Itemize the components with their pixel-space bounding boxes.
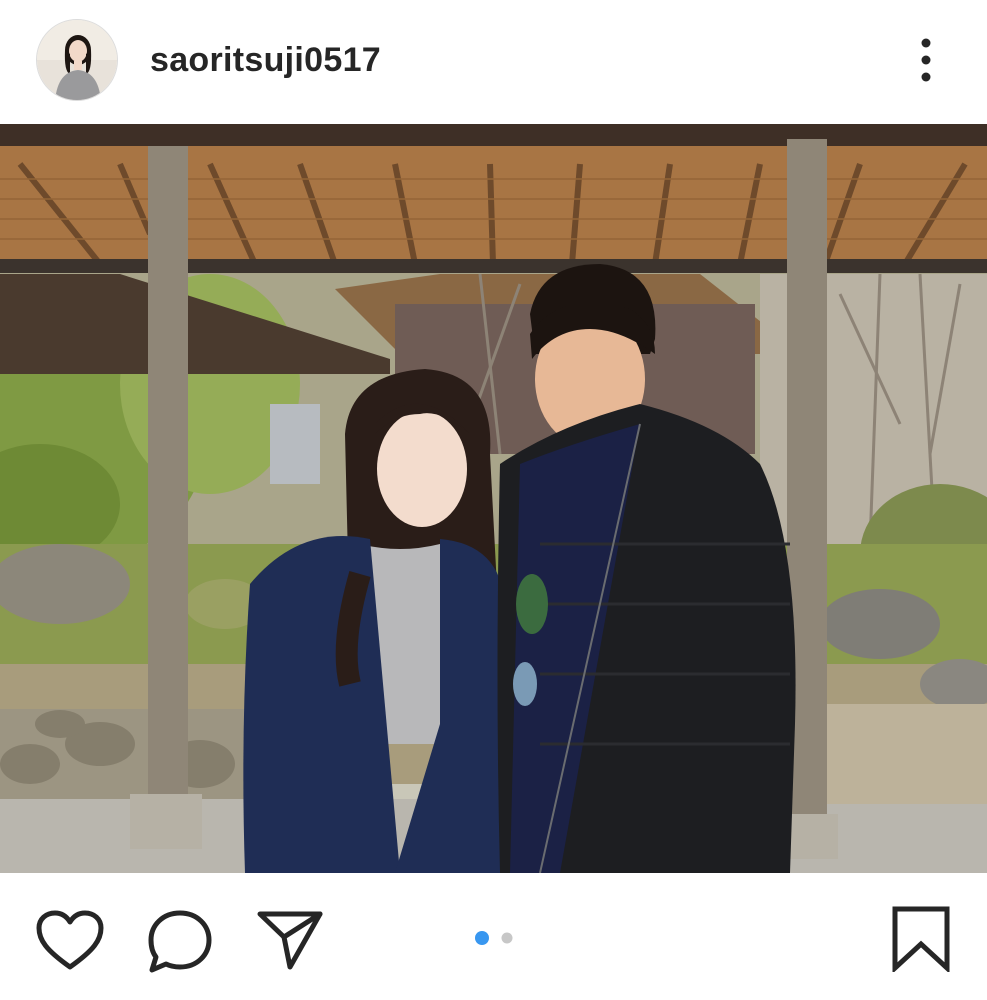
heart-icon[interactable]: [36, 910, 104, 977]
bookmark-icon[interactable]: [890, 906, 952, 977]
carousel-dot: [501, 932, 513, 944]
carousel-indicator: [474, 930, 514, 951]
send-icon[interactable]: [256, 909, 324, 976]
post-photo-image: [0, 124, 987, 873]
more-options-icon[interactable]: [906, 34, 946, 90]
post-header: saoritsuji0517: [0, 0, 987, 124]
carousel-dot-active: [475, 931, 489, 945]
avatar[interactable]: [36, 19, 118, 101]
comment-icon[interactable]: [146, 909, 214, 980]
profile-photo-avatar: [37, 20, 117, 100]
username[interactable]: saoritsuji0517: [150, 40, 381, 80]
post-photo[interactable]: [0, 124, 987, 873]
